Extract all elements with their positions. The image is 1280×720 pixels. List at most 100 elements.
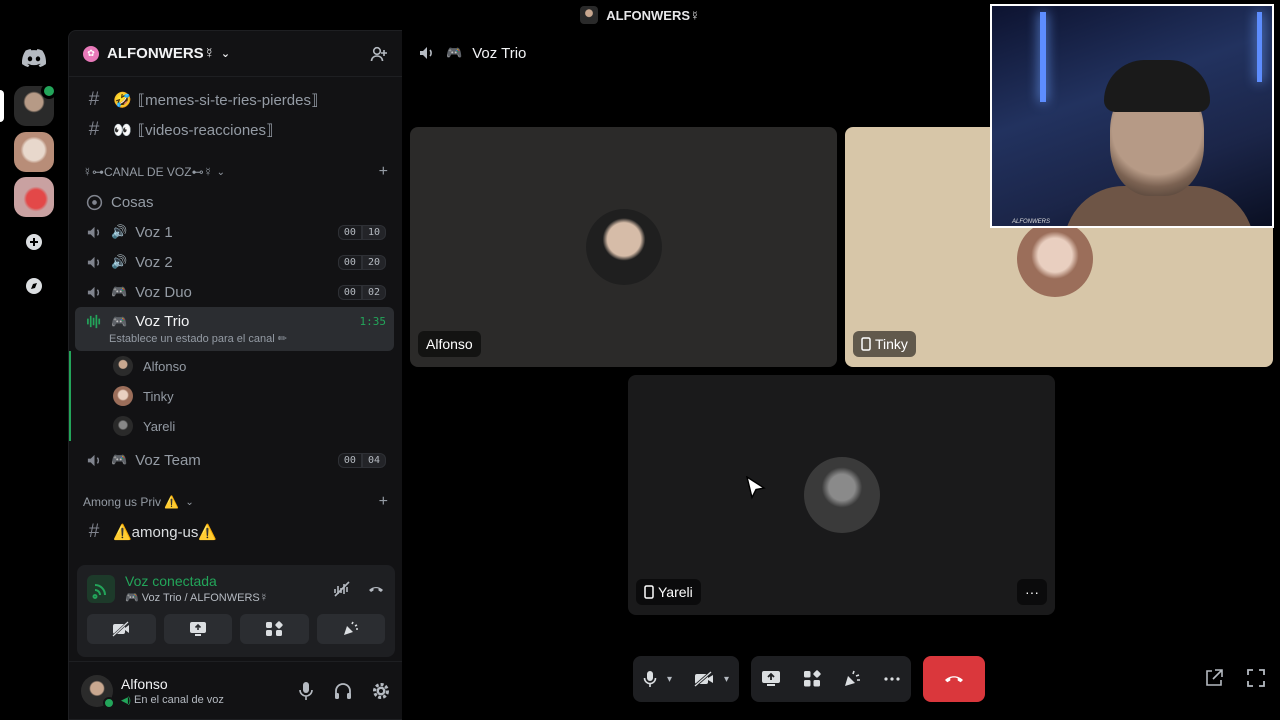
chevron-down-icon[interactable]: ▾	[667, 674, 672, 685]
discord-home-icon[interactable]	[14, 38, 54, 78]
user-count: 00	[337, 224, 362, 240]
user-panel: Alfonso ◀) En el canal de voz	[69, 661, 403, 719]
server-3[interactable]	[14, 177, 54, 217]
add-channel-icon[interactable]: +	[379, 493, 388, 511]
voice-channel-voz-duo[interactable]: 🎮 Voz Duo 00 02	[75, 277, 394, 307]
mobile-device-icon	[644, 585, 654, 599]
selected-server-indicator	[0, 90, 4, 122]
fullscreen-icon[interactable]	[1246, 668, 1266, 688]
chevron-down-icon[interactable]: ▾	[724, 674, 729, 685]
share-controls	[751, 656, 912, 702]
server-header[interactable]: ✿ ALFONWERS☿ ⌄	[69, 31, 402, 77]
text-channel-videos[interactable]: # 👀 ⟦videos-reacciones⟧	[75, 115, 394, 145]
audio-video-controls: ▾ ▾	[633, 656, 740, 702]
microphone-icon[interactable]	[643, 670, 657, 688]
voice-user-tinky[interactable]: Tinky	[77, 381, 394, 411]
text-channel-memes[interactable]: # 🤣 ⟦memes-si-te-ries-pierdes⟧	[75, 85, 394, 115]
headphones-icon[interactable]	[333, 681, 353, 701]
username[interactable]: Alfonso	[121, 676, 224, 692]
channel-list: # 🤣 ⟦memes-si-te-ries-pierdes⟧ # 👀 ⟦vide…	[69, 85, 394, 547]
voice-user-yareli[interactable]: Yareli	[77, 411, 394, 441]
server-name: ALFONWERS☿	[107, 45, 215, 62]
voice-user-alfonso[interactable]: Alfonso	[77, 351, 394, 381]
voice-status-title[interactable]: Voz conectada	[125, 573, 268, 589]
neon-light	[1257, 12, 1262, 82]
window-title: ALFONWERS☿	[606, 7, 700, 23]
online-status-icon	[103, 696, 115, 709]
user-limit: 02	[361, 284, 386, 300]
invite-people-icon[interactable]	[370, 45, 388, 63]
more-options-icon[interactable]	[883, 670, 901, 688]
explore-servers-icon[interactable]	[14, 266, 54, 306]
avatar[interactable]	[81, 674, 115, 709]
user-limit: 04	[361, 452, 386, 468]
person-beanie	[1104, 60, 1210, 112]
connection-signal-icon[interactable]	[87, 574, 115, 603]
disconnect-icon[interactable]	[367, 580, 385, 598]
camera-off-button[interactable]	[87, 614, 156, 644]
speaker-icon	[418, 44, 436, 62]
activities-icon[interactable]	[803, 670, 821, 688]
user-limit-badge: 00 02	[337, 284, 386, 300]
voice-active-icon	[41, 83, 57, 99]
participant-tile-yareli[interactable]: Yareli ···	[628, 375, 1055, 615]
voice-user-name: Tinky	[143, 388, 174, 404]
category-among-us[interactable]: Among us Priv ⚠️ ⌄ +	[75, 487, 394, 517]
share-screen-icon[interactable]	[761, 670, 781, 688]
set-channel-status[interactable]: Establece un estado para el canal ✏	[109, 332, 287, 345]
channel-name: Voz 2	[135, 253, 173, 271]
tile-more-options-button[interactable]: ···	[1017, 579, 1047, 605]
add-server-icon[interactable]	[14, 222, 54, 262]
participant-name-label: Yareli	[636, 579, 701, 605]
pop-out-icon[interactable]	[1204, 668, 1224, 688]
category-voice[interactable]: ☿⊶CANAL DE VOZ⊷☿ ⌄ +	[75, 157, 394, 187]
user-status: ◀) En el canal de voz	[121, 694, 224, 706]
voice-channel-voz-1[interactable]: 🔊 Voz 1 00 10	[75, 217, 394, 247]
hang-up-icon	[945, 676, 964, 683]
participant-tile-alfonso[interactable]: Alfonso	[410, 127, 837, 367]
channel-emoji: 🎮	[111, 284, 128, 299]
speaker-icon	[83, 452, 105, 469]
server-alfonwers[interactable]	[14, 83, 57, 126]
voice-channel-voz-team[interactable]: 🎮 Voz Team 00 04	[75, 445, 394, 475]
hash-icon: #	[88, 89, 100, 110]
category-title: Among us Priv ⚠️	[83, 495, 180, 509]
camera-off-icon[interactable]	[694, 671, 714, 687]
channel-name: ⟦videos-reacciones⟧	[137, 122, 274, 139]
category-title: ☿⊶CANAL DE VOZ⊷☿	[83, 165, 213, 179]
mouse-cursor-icon	[746, 476, 766, 502]
server-2[interactable]	[14, 132, 54, 172]
stage-channel-cosas[interactable]: Cosas	[75, 187, 394, 217]
voice-channel-voz-2[interactable]: 🔊 Voz 2 00 20	[75, 247, 394, 277]
user-limit-badge: 00 04	[337, 452, 386, 468]
add-channel-icon[interactable]: +	[379, 163, 388, 181]
channel-name: Voz Trio	[135, 313, 190, 330]
microphone-icon[interactable]	[297, 681, 315, 701]
share-screen-button[interactable]	[163, 614, 232, 644]
soundboard-icon[interactable]	[843, 670, 861, 688]
voice-channel-voz-trio[interactable]: 🎮 Voz Trio 1:35 Establece un estado para…	[75, 307, 394, 351]
user-limit: 10	[361, 224, 386, 240]
channel-sidebar: ✿ ALFONWERS☿ ⌄ # 🤣 ⟦memes-si-te-ries-pie…	[68, 30, 403, 720]
voice-status-channel[interactable]: 🎮 Voz Trio / ALFONWERS☿	[125, 591, 268, 604]
text-channel-among-us[interactable]: # ⚠️among-us⚠️	[75, 517, 394, 547]
noise-suppression-icon[interactable]	[333, 580, 351, 598]
disconnect-call-button[interactable]	[923, 656, 986, 702]
avatar	[113, 386, 133, 406]
soundboard-button[interactable]	[316, 614, 385, 644]
channel-emoji: 🤣	[113, 92, 132, 109]
avatar	[1016, 221, 1093, 297]
channel-emoji: 🎮	[111, 452, 128, 467]
server-icon: ✿	[83, 45, 99, 62]
channel-emoji: 🔊	[111, 224, 128, 239]
avatar	[585, 209, 662, 285]
stage-corner-controls	[1204, 668, 1266, 688]
speaker-icon	[83, 254, 105, 271]
user-count: 00	[337, 254, 362, 270]
activities-button[interactable]	[240, 614, 309, 644]
mobile-device-icon	[861, 337, 871, 351]
settings-gear-icon[interactable]	[371, 681, 391, 701]
channel-name: Voz 1	[135, 223, 173, 241]
server-avatar-icon	[580, 6, 599, 24]
channel-title: Voz Trio	[472, 44, 527, 62]
